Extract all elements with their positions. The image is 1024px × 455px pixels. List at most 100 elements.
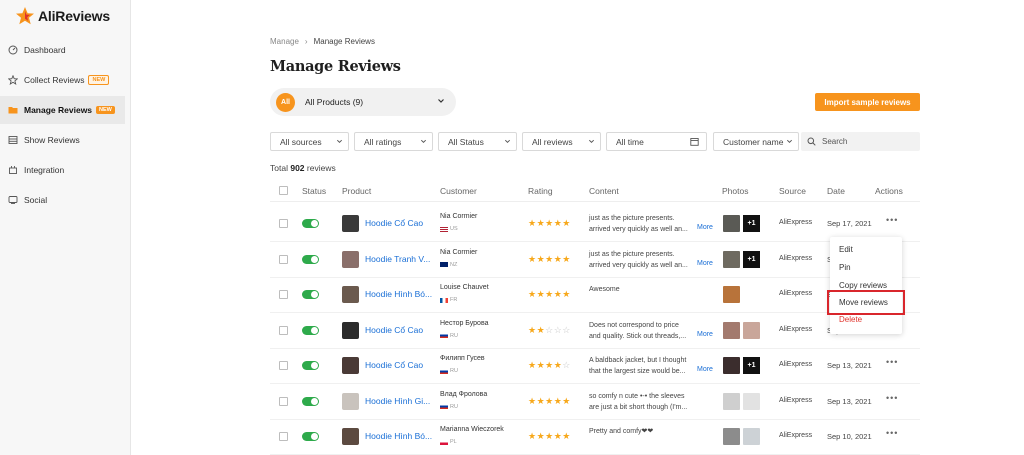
review-date: Sep 13, 2021 [827, 396, 872, 406]
rating-stars: ★★★★★ [528, 431, 571, 441]
customer-country: PL [440, 439, 457, 445]
app-logo[interactable]: AliReviews [15, 6, 110, 26]
country-code: US [450, 226, 458, 232]
review-photo[interactable] [723, 250, 740, 268]
row-checkbox[interactable] [279, 432, 288, 441]
reviews-select[interactable]: All reviews [522, 132, 601, 151]
sources-select[interactable]: All sources [270, 132, 349, 151]
more-actions-icon[interactable]: ••• [886, 215, 898, 225]
chevron-down-icon [438, 99, 444, 103]
more-photos-badge[interactable]: +1 [743, 215, 760, 232]
more-link[interactable]: More [697, 331, 713, 338]
header-photos: Photos [722, 186, 749, 196]
row-checkbox[interactable] [279, 325, 288, 335]
product-link[interactable]: Hoodie Cổ Cao [365, 218, 423, 228]
time-range-picker[interactable]: All time [606, 132, 707, 151]
more-actions-icon[interactable]: ••• [886, 357, 898, 367]
status-toggle[interactable] [302, 254, 319, 264]
review-photo[interactable] [723, 286, 740, 303]
star-icon [8, 75, 18, 85]
ratings-select[interactable]: All ratings [354, 132, 433, 151]
review-source: AliExpress [779, 219, 813, 226]
product-link[interactable]: Hoodie Hình Gi... [365, 396, 430, 406]
rating-stars: ★★★★☆ [528, 360, 571, 370]
sidebar-item-social[interactable]: Social [0, 186, 125, 214]
review-photo[interactable] [723, 215, 740, 232]
country-code: NZ [450, 261, 458, 268]
menu-item-copy-reviews[interactable]: Copy reviews [839, 281, 887, 290]
review-date: Sep 10, 2021 [827, 432, 872, 441]
product-filter-dropdown[interactable]: All All Products (9) [270, 88, 456, 116]
product-link[interactable]: Hoodie Cổ Cao [365, 325, 423, 335]
search-field-select[interactable]: Customer name [713, 132, 799, 151]
country-code: RU [450, 368, 458, 374]
status-toggle[interactable] [302, 325, 319, 335]
product-link[interactable]: Hoodie Hình Bó... [365, 431, 432, 441]
breadcrumb-parent[interactable]: Manage [270, 37, 299, 46]
import-sample-reviews-button[interactable]: Import sample reviews [815, 93, 920, 111]
sidebar-item-show-reviews[interactable]: Show Reviews [0, 126, 125, 154]
review-content: so comfy n cute •-• the sleeves are just … [589, 391, 699, 413]
product-link[interactable]: Hoodie Tranh V... [365, 254, 430, 264]
product-thumbnail [342, 392, 359, 410]
review-photo[interactable] [723, 392, 740, 410]
review-photo[interactable] [723, 321, 740, 339]
header-customer: Customer [440, 186, 477, 196]
header-status: Status [302, 186, 327, 196]
sidebar-item-integration[interactable]: Integration [0, 156, 125, 184]
menu-item-pin[interactable]: Pin [839, 263, 851, 272]
row-checkbox[interactable] [279, 254, 288, 264]
select-all-checkbox[interactable] [279, 186, 288, 195]
row-checkbox[interactable] [279, 396, 288, 406]
sidebar-item-label: Manage Reviews [24, 105, 93, 115]
row-checkbox[interactable] [279, 290, 288, 299]
more-link[interactable]: More [697, 260, 713, 267]
product-link[interactable]: Hoodie Cổ Cao [365, 360, 423, 370]
sidebar-nav: Dashboard Collect Reviews NEW Manage Rev… [0, 34, 131, 214]
status-toggle[interactable] [302, 396, 319, 406]
review-source: AliExpress [779, 432, 813, 439]
more-photos-badge[interactable]: +1 [743, 357, 760, 374]
sidebar-item-collect-reviews[interactable]: Collect Reviews NEW [0, 66, 125, 94]
more-link[interactable]: More [697, 366, 713, 373]
status-toggle[interactable] [302, 361, 319, 370]
more-link[interactable]: More [697, 224, 713, 231]
product-thumbnail [342, 428, 359, 445]
customer-country: RU [440, 404, 458, 410]
calendar-icon [690, 138, 699, 146]
review-photo[interactable] [743, 428, 760, 445]
menu-item-edit[interactable]: Edit [839, 245, 853, 254]
review-photo[interactable] [723, 357, 740, 374]
review-photo[interactable] [743, 392, 760, 410]
customer-name: Nia Cormier [440, 248, 478, 256]
row-checkbox[interactable] [279, 219, 288, 228]
customer-country: RU [440, 333, 458, 339]
search-input[interactable]: Search [801, 132, 920, 151]
review-content: A baldback jacket, but I thought that the… [589, 355, 699, 377]
status-toggle[interactable] [302, 290, 319, 299]
sidebar-item-manage-reviews[interactable]: Manage Reviews NEW [0, 96, 125, 124]
status-toggle[interactable] [302, 432, 319, 441]
sidebar-item-label: Show Reviews [24, 135, 80, 145]
breadcrumb-current: Manage Reviews [313, 37, 375, 46]
new-badge: NEW [88, 75, 110, 85]
review-photo[interactable] [743, 321, 760, 339]
more-actions-icon[interactable]: ••• [886, 428, 898, 438]
review-content-line: Does not correspond to price [589, 321, 679, 329]
review-content-line: just as the picture presents. [589, 215, 675, 222]
sidebar-item-dashboard[interactable]: Dashboard [0, 36, 125, 64]
header-product: Product [342, 186, 372, 196]
more-photos-badge[interactable]: +1 [743, 250, 760, 268]
row-checkbox[interactable] [279, 361, 288, 370]
total-count: Total 902 reviews [270, 163, 336, 173]
dashboard-icon [8, 45, 18, 55]
more-actions-icon[interactable]: ••• [886, 393, 898, 403]
customer-country: NZ [440, 262, 457, 268]
status-toggle[interactable] [302, 219, 319, 228]
share-icon [8, 195, 18, 205]
product-link[interactable]: Hoodie Hình Bó... [365, 289, 432, 299]
menu-item-delete[interactable]: Delete [839, 315, 862, 324]
table-row: Hoodie Hình Gi... Влад Фролова RU ★★★★★ so c… [270, 384, 920, 420]
status-select[interactable]: All Status [438, 132, 517, 151]
review-photo[interactable] [723, 428, 740, 445]
